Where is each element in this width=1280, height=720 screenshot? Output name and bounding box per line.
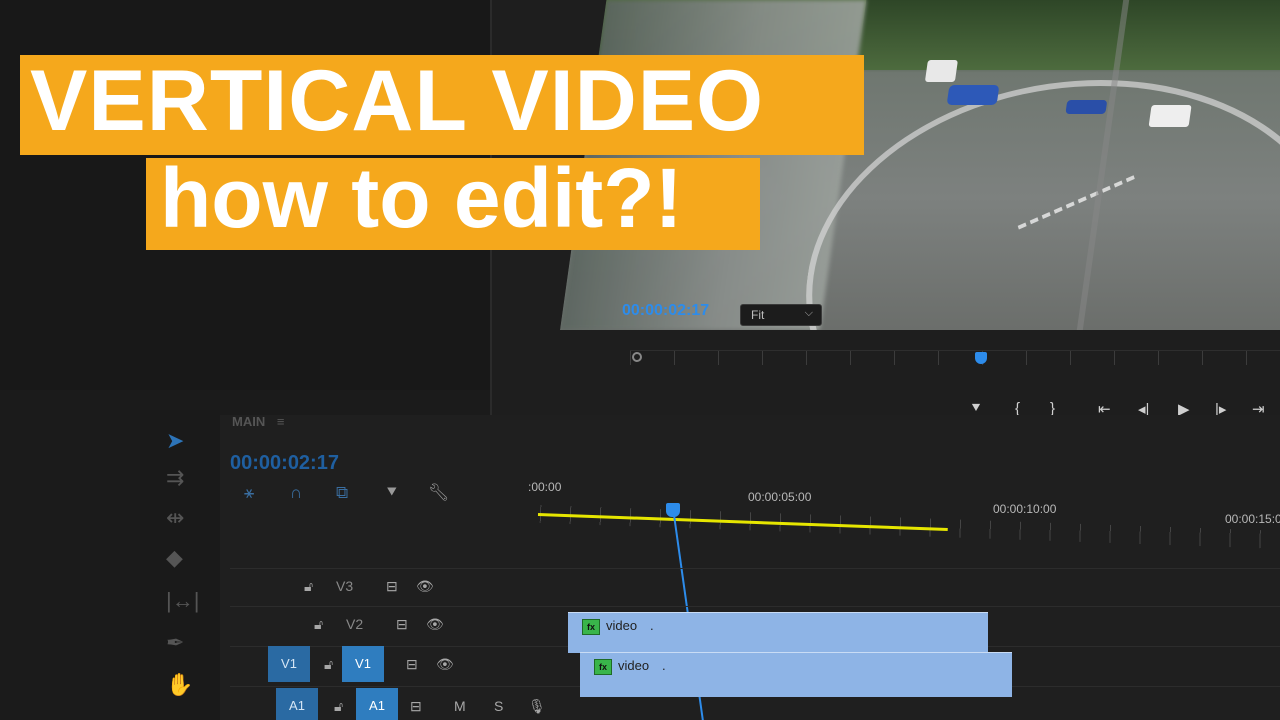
track-header-v2: 🔓︎ V2 ⊟ 👁︎ [280,608,570,644]
voiceover-mic-icon[interactable]: 🎙︎ [528,698,546,715]
timeline-clip[interactable]: fx video . [580,652,1012,697]
car-image [946,85,1000,105]
ripple-edit-tool-icon[interactable]: ⇹ [166,505,184,531]
track-header-v3: 🔓︎ V3 ⊟ 👁︎ [270,570,560,606]
menu-icon[interactable]: ≡ [277,414,285,429]
lock-icon[interactable]: 🔓︎ [324,656,333,673]
clip-name: video [606,618,638,633]
track-select-tool-icon[interactable]: ⇉ [166,465,184,491]
nest-icon[interactable]: ⚹ [244,483,254,503]
monitor-playhead[interactable] [975,352,987,364]
sequence-name: MAIN [232,414,266,429]
in-point-marker[interactable] [632,352,642,362]
hand-tool-icon[interactable]: ✋ [166,672,193,698]
timeline-timecode[interactable]: 00:00:02:17 [230,452,339,475]
eye-icon[interactable]: 👁︎ [436,656,454,673]
lock-icon[interactable]: 🔓︎ [304,578,313,595]
eye-icon[interactable]: 👁︎ [416,578,434,595]
ruler-label: 00:00:10:00 [993,502,1057,516]
eye-icon[interactable]: 👁︎ [426,616,444,633]
snap-icon[interactable]: ∩ [290,483,302,503]
fx-badge: fx [594,659,612,675]
chevron-down-icon: ⌵ [804,307,813,319]
razor-tool-icon[interactable]: ◆ [166,545,183,571]
mute-button[interactable]: M [454,698,466,714]
selection-tool-icon[interactable]: ➤ [166,428,184,454]
track-label: V2 [346,616,364,632]
van-image [924,60,958,82]
zoom-select[interactable]: Fit ⌵ [740,304,822,326]
lock-icon[interactable]: 🔓︎ [314,616,323,633]
sync-lock-icon[interactable]: ⊟ [410,698,422,715]
sequence-tab[interactable]: MAIN ≡ [232,414,284,429]
track-label: V3 [336,578,354,594]
slip-tool-icon[interactable]: |↔| [166,588,199,614]
ruler-label: 00:00:05:00 [748,490,812,504]
premiere-workspace: ⇥ ⇪ 00:00:02:17 Fit ⌵ ⯆ { } ⇤ ◂| ▶ |▸ ⇥ … [0,0,1280,720]
sync-lock-icon[interactable]: ⊟ [396,616,408,633]
monitor-timecode[interactable]: 00:00:02:17 [622,302,709,320]
solo-button[interactable]: S [494,698,503,714]
title-text: VERTICAL VIDEO [30,53,764,149]
fx-badge: fx [582,619,600,635]
track-header-a1: 🔓︎ ⊟ M S 🎙︎ [300,690,590,720]
lock-icon[interactable]: 🔓︎ [334,698,343,715]
pen-tool-icon[interactable]: ✒ [166,630,184,656]
tools-panel: ➤ ⇉ ⇹ ◆ |↔| ✒ ✋ [140,410,220,720]
clip-name: video [618,658,650,673]
linked-selection-icon[interactable]: ⧉ [336,483,348,503]
monitor-time-ruler[interactable] [630,350,1280,365]
ruler-label: 00:00:15:0 [1225,512,1280,526]
ruler-label: :00:00 [528,480,562,494]
timeline-clip[interactable]: fx video . [568,612,988,653]
add-marker-icon[interactable]: ⯆ [385,483,399,503]
zoom-select-value: Fit [751,308,765,322]
track-header-v1: 🔓︎ ⊟ 👁︎ [290,648,580,684]
wrench-icon[interactable]: 🔧︎ [428,483,450,503]
subtitle-text: how to edit?! [160,151,683,245]
sync-lock-icon[interactable]: ⊟ [386,578,398,595]
sync-lock-icon[interactable]: ⊟ [406,656,418,673]
